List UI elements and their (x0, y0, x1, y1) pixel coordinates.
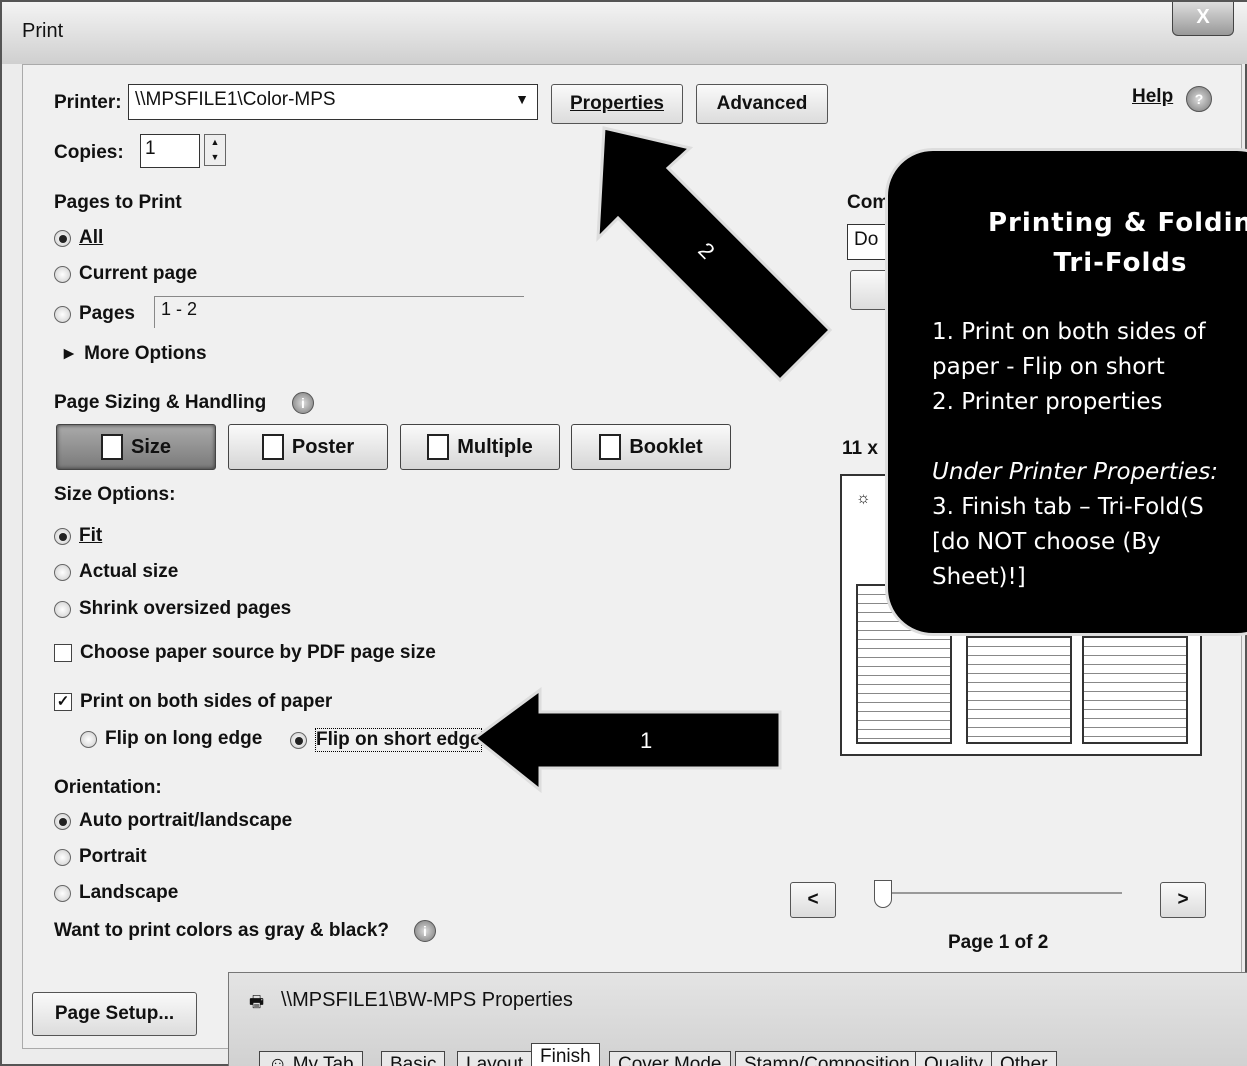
overlay-line: paper - Flip on short (932, 354, 1165, 380)
arrow-1-label: 1 (640, 728, 653, 753)
overlay-subheading: Under Printer Properties: (932, 459, 1219, 485)
arrow-2 (596, 126, 833, 383)
overlay-line: 1. Print on both sides of (932, 319, 1206, 345)
overlay-line: [do NOT choose (By (932, 529, 1161, 555)
overlay-line: 3. Finish tab – Tri-Fold(S (932, 494, 1204, 520)
arrow-1 (472, 687, 782, 794)
overlay-line: Sheet)!] (932, 564, 1026, 590)
overlay-line: 2. Printer properties (932, 389, 1163, 415)
overlay-title: Printing & Foldin Tri-Folds (988, 208, 1247, 278)
instruction-overlay: Printing & Foldin Tri-Folds 1. Print on b… (885, 148, 1247, 636)
